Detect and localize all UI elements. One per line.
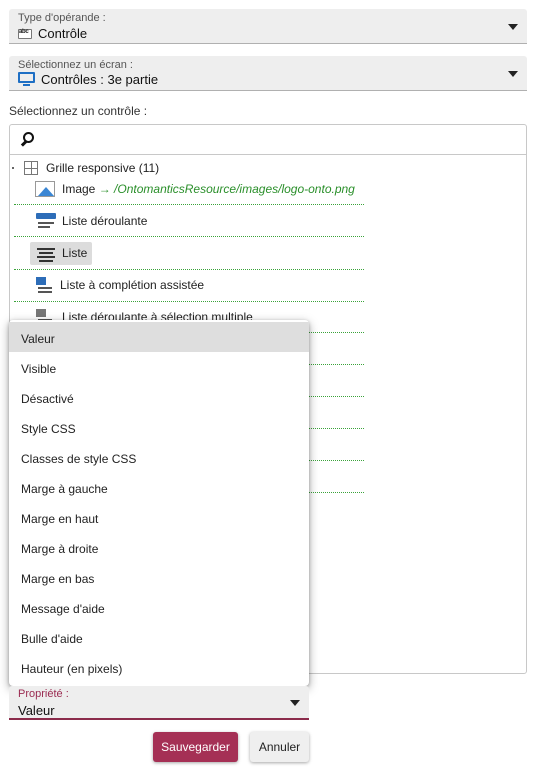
menu-item-margin-top[interactable]: Marge en haut [9, 502, 309, 532]
tree-root-node[interactable]: Grille responsive (11) [10, 158, 310, 178]
property-select-value: Valeur [18, 703, 55, 718]
operand-type-value: Contrôle [18, 26, 87, 41]
tree-divider [14, 269, 364, 270]
abc-field-icon [18, 28, 32, 39]
chevron-down-icon[interactable] [508, 71, 518, 77]
image-icon [35, 181, 55, 197]
operand-type-select[interactable]: Type d'opérande : Contrôle [9, 9, 527, 44]
search-bar [10, 125, 526, 155]
tree-item-label: Image [62, 182, 96, 196]
chevron-down-icon[interactable] [290, 700, 300, 706]
menu-item-margin-bottom[interactable]: Marge en bas [9, 562, 309, 592]
tree-item-autocomplete-list[interactable]: Liste à complétion assistée [30, 274, 290, 296]
tree-item-list[interactable]: Liste [30, 242, 130, 265]
menu-item-valeur[interactable]: Valeur [9, 322, 309, 352]
menu-item-help-message[interactable]: Message d'aide [9, 592, 309, 622]
tree-divider [14, 301, 364, 302]
screen-select[interactable]: Sélectionnez un écran : Contrôles : 3e p… [9, 56, 527, 91]
chevron-down-icon[interactable] [508, 24, 518, 30]
image-path-text: /OntomanticsResource/images/logo-onto.pn… [114, 182, 355, 196]
menu-item-margin-right[interactable]: Marge à droite [9, 532, 309, 562]
property-dropdown-menu: Valeur Visible Désactivé Style CSS Class… [9, 320, 309, 686]
operand-type-label: Type d'opérande : [18, 12, 106, 24]
control-section-label: Sélectionnez un contrôle : [9, 104, 148, 118]
list-icon [36, 245, 56, 262]
tree-item-dropdown-list[interactable]: Liste déroulante [30, 210, 230, 232]
tree-divider [14, 204, 364, 205]
tree-item-label: Liste [62, 246, 88, 260]
tree-root-label: Grille responsive (11) [46, 161, 160, 175]
tree-expander-dot[interactable] [12, 167, 14, 169]
search-input[interactable] [42, 129, 512, 151]
screen-select-value-text: Contrôles : 3e partie [41, 72, 159, 87]
menu-item-tooltip[interactable]: Bulle d'aide [9, 622, 309, 652]
tree-item-label: Liste à complétion assistée [60, 278, 205, 292]
property-select[interactable]: Propriété : Valeur [9, 686, 309, 720]
arrow-icon: → [98, 182, 111, 196]
monitor-icon [18, 72, 35, 87]
tree-item-image[interactable]: Image → /OntomanticsResource/images/logo… [30, 178, 370, 200]
responsive-grid-icon [24, 161, 38, 175]
menu-item-desactive[interactable]: Désactivé [9, 382, 309, 412]
autocomplete-list-icon [36, 277, 54, 293]
menu-item-css-classes[interactable]: Classes de style CSS [9, 442, 309, 472]
operand-type-value-text: Contrôle [38, 26, 88, 41]
cancel-button[interactable]: Annuler [250, 732, 309, 762]
screen-select-label: Sélectionnez un écran : [18, 59, 133, 71]
menu-item-visible[interactable]: Visible [9, 352, 309, 382]
tree-item-label: Liste déroulante [62, 214, 148, 228]
menu-item-height-pixels[interactable]: Hauteur (en pixels) [9, 652, 309, 682]
screen-select-value: Contrôles : 3e partie [18, 72, 158, 87]
tree-divider [14, 236, 364, 237]
menu-item-margin-left[interactable]: Marge à gauche [9, 472, 309, 502]
dropdown-list-icon [36, 213, 56, 229]
save-button[interactable]: Sauvegarder [153, 732, 238, 762]
menu-item-style-css[interactable]: Style CSS [9, 412, 309, 442]
property-select-label: Propriété : [18, 688, 69, 700]
search-icon [20, 132, 35, 148]
